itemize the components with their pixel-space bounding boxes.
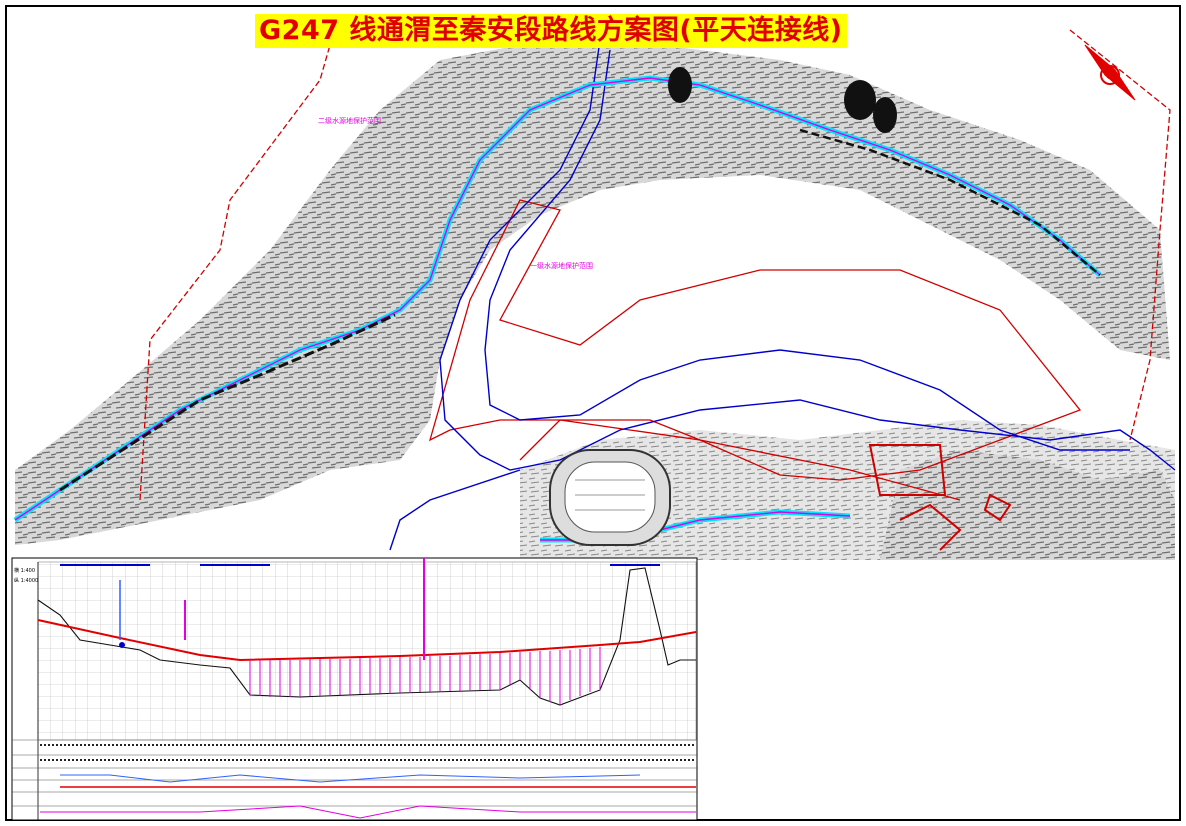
profile-panel bbox=[11, 557, 698, 821]
page-title: G247 线通渭至秦安段路线方案图(平天连接线) bbox=[255, 14, 847, 48]
profile-scale-v: 纵 1:4000 bbox=[14, 578, 38, 584]
north-arrow-icon bbox=[1084, 44, 1136, 101]
profile-scale-h: 横 1:400 bbox=[14, 567, 35, 574]
label-protection-zone-2: 二级水源地保护范围 bbox=[318, 116, 381, 125]
stadium bbox=[549, 449, 671, 546]
label-protection-zone-1: 一级水源地保护范围 bbox=[530, 261, 593, 270]
plan-map: 二级水源地保护范围 一级水源地保护范围 横 1:400 纵 1:4000 bbox=[11, 29, 1176, 821]
